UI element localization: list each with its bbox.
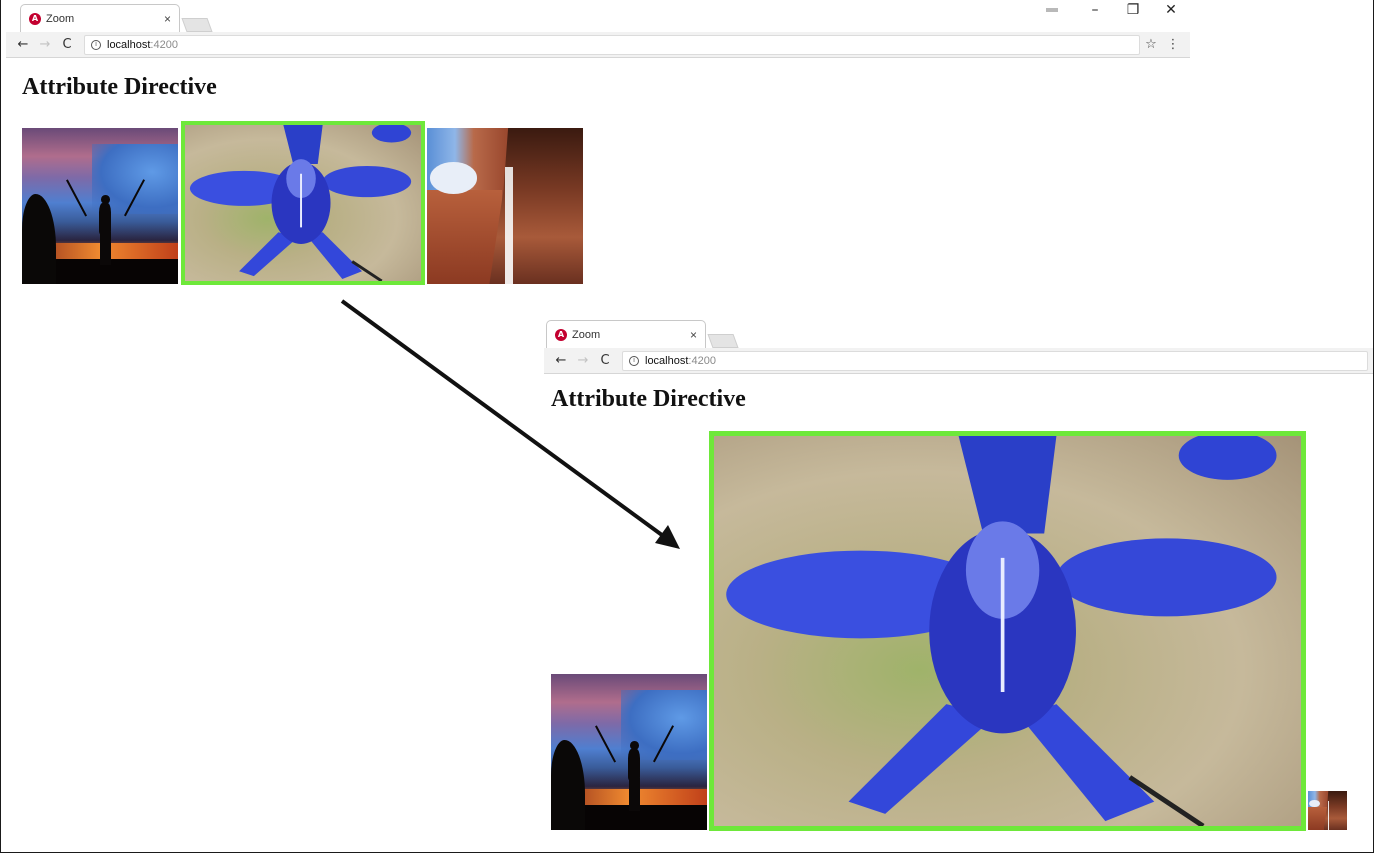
reload-icon[interactable]: C (56, 37, 78, 52)
new-tab-button[interactable] (707, 334, 739, 348)
angular-logo-icon: A (29, 12, 41, 25)
page-title: Attribute Directive (22, 74, 217, 100)
address-host: localhost (107, 38, 151, 51)
window-controls: – ❐ ✕ (1046, 2, 1190, 18)
tab-zoom[interactable]: A Zoom × (20, 4, 180, 32)
iris-flower-graphic (189, 125, 412, 281)
image-flower-hovered[interactable] (181, 121, 425, 285)
angular-logo-icon: A (555, 328, 567, 341)
address-port: :4200 (688, 354, 716, 367)
tab-strip: A Zoom × (544, 316, 1374, 348)
forward-icon[interactable]: → (572, 353, 594, 368)
browser-toolbar: ← → C i localhost :4200 ☆ ⋮ (6, 32, 1190, 58)
browser-toolbar: ← → C i localhost :4200 (544, 348, 1374, 374)
browser-window-after: A Zoom × ← → C i localhost :4200 (544, 316, 1374, 374)
site-info-icon[interactable]: i (91, 39, 101, 50)
tab-strip: A Zoom × – ❐ ✕ (6, 0, 1190, 32)
back-icon[interactable]: ← (12, 37, 34, 52)
menu-icon[interactable]: ⋮ (1162, 37, 1184, 52)
image-sunset[interactable] (551, 674, 707, 830)
back-icon[interactable]: ← (550, 353, 572, 368)
image-canyon-small[interactable] (1308, 791, 1347, 830)
tab-title: Zoom (46, 12, 75, 25)
tab-close-icon[interactable]: × (690, 328, 697, 342)
tab-zoom[interactable]: A Zoom × (546, 320, 706, 348)
tab-close-icon[interactable]: × (164, 12, 171, 26)
forward-icon[interactable]: → (34, 37, 56, 52)
close-window-icon[interactable]: ✕ (1152, 2, 1190, 18)
tab-title: Zoom (572, 328, 601, 341)
image-sunset[interactable] (22, 128, 178, 284)
reload-icon[interactable]: C (594, 353, 616, 368)
page-title: Attribute Directive (551, 386, 746, 412)
address-host: localhost (645, 354, 689, 367)
iris-flower-graphic (726, 436, 1277, 826)
bookmark-star-icon[interactable]: ☆ (1140, 37, 1162, 52)
minimize-icon[interactable]: – (1076, 2, 1114, 18)
image-canyon[interactable] (427, 128, 583, 284)
image-flower-zoomed[interactable] (709, 431, 1306, 831)
user-profile-badge[interactable] (1046, 8, 1058, 12)
new-tab-button[interactable] (181, 18, 213, 32)
address-port: :4200 (150, 38, 178, 51)
site-info-icon[interactable]: i (629, 355, 639, 366)
restore-icon[interactable]: ❐ (1114, 2, 1152, 18)
address-bar[interactable]: i localhost :4200 (84, 34, 1140, 55)
address-bar[interactable]: i localhost :4200 (622, 350, 1368, 371)
browser-window-before: A Zoom × – ❐ ✕ ← → C i localhost :4200 ☆… (6, 0, 1190, 58)
